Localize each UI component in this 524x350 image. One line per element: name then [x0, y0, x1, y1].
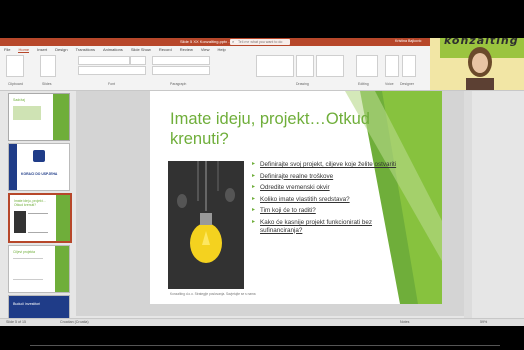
paragraph-align-buttons[interactable]	[152, 66, 210, 75]
slide-thumbnails-pane: 1 Sadržaj 2 KORACI DO USPJEHA 3 Imate id…	[0, 91, 76, 326]
thumb-content	[13, 106, 41, 120]
zoom-level[interactable]: 59%	[480, 320, 487, 324]
font-format-buttons[interactable]	[78, 66, 146, 75]
arrange-button[interactable]	[296, 55, 314, 77]
slide-title: Imate ideju, projekt…Otkud krenuti?	[170, 110, 370, 148]
group-font: Font	[108, 82, 116, 86]
thumb-bulb-image	[14, 211, 26, 233]
thumbnail-slide-3-selected[interactable]: 3 Imate ideju, projekt…Otkud krenuti?	[8, 193, 72, 243]
group-paragraph: Paragraph	[170, 82, 187, 86]
bullet-item: Koliko imate vlastitih sredstava?	[252, 196, 412, 204]
tab-insert[interactable]: Insert	[37, 47, 47, 53]
thumbnail-title: Ciljevi projekta	[13, 250, 36, 254]
language[interactable]: Croatian (Croatia)	[60, 320, 89, 324]
slide-count: Slide 5 of 15	[6, 320, 26, 324]
notes-button[interactable]: Notes	[400, 320, 409, 324]
tab-review[interactable]: Review	[180, 47, 193, 53]
tab-animations[interactable]: Animations	[103, 47, 123, 53]
thumbnail-slide-2[interactable]: 2 KORACI DO USPJEHA	[8, 143, 70, 191]
group-drawing: Drawing	[296, 82, 309, 86]
people-icon	[33, 150, 45, 162]
thumbnail-title: Sadržaj	[13, 98, 25, 102]
tab-view[interactable]: View	[201, 47, 210, 53]
bullet-item: Odredite vremenski okvir	[252, 184, 412, 192]
designer-button[interactable]	[402, 55, 416, 77]
tab-file[interactable]: File	[4, 47, 10, 53]
vertical-scrollbar[interactable]	[464, 91, 472, 319]
thumb-green-band	[53, 94, 69, 140]
search-placeholder: Tell me what you want to do	[238, 40, 283, 44]
status-bar: Slide 5 of 15 Croatian (Croatia) Notes 5…	[0, 318, 524, 326]
dictate-button[interactable]	[385, 55, 399, 77]
thumb-lines	[13, 258, 43, 280]
video-bottom-bar	[0, 335, 524, 350]
bullet-item: Tim koji će to raditi?	[252, 207, 412, 215]
new-slide-button[interactable]	[40, 55, 56, 77]
slide-footer: Konzalting d.o.o. Strategije poslovanja.…	[170, 292, 256, 296]
thumb-green-band	[56, 195, 70, 241]
search-icon: ⌕	[232, 39, 235, 44]
ribbon-group-labels: Clipboard Slides Font Paragraph Drawing …	[0, 82, 420, 88]
editing-find-replace[interactable]	[356, 55, 378, 77]
thumbnail-slide-1[interactable]: 1 Sadržaj	[8, 93, 70, 141]
thumb-bullets	[28, 213, 48, 233]
thumb-green-band	[55, 246, 69, 292]
tab-slideshow[interactable]: Slide Show	[131, 47, 151, 53]
font-family-select[interactable]	[78, 56, 130, 65]
user-name: Kristina Bajkovic	[395, 39, 422, 43]
group-designer: Designer	[400, 82, 415, 86]
bullet-item: Kako će kasnije projekt funkcionirati be…	[252, 219, 412, 234]
search-box[interactable]: ⌕ Tell me what you want to do	[230, 39, 290, 45]
video-progress-track[interactable]	[30, 345, 500, 346]
current-slide: Imate ideju, projekt…Otkud krenuti? Defi…	[150, 91, 442, 304]
tab-record[interactable]: Record	[159, 47, 172, 53]
thumbnail-slide-4[interactable]: 4 Ciljevi projekta	[8, 245, 70, 293]
bullet-item: Definirajte realne troškove	[252, 173, 412, 181]
shapes-gallery[interactable]	[256, 55, 294, 77]
lightbulb-image	[168, 161, 244, 289]
tab-help[interactable]: Help	[217, 47, 225, 53]
presenter-avatar	[466, 47, 494, 90]
tab-design[interactable]: Design	[55, 47, 67, 53]
paste-button[interactable]	[6, 55, 24, 77]
paragraph-list-buttons[interactable]	[152, 56, 210, 65]
group-slides: Slides	[42, 82, 52, 86]
thumbnail-title: KORACI DO USPJEHA	[21, 172, 58, 176]
tab-home[interactable]: Home	[18, 47, 30, 53]
group-editing: Editing	[358, 82, 369, 86]
thumb-blue-band	[9, 144, 17, 190]
ribbon-tabs: File Home Insert Design Transitions Anim…	[4, 47, 226, 53]
thumbnail-title: Imate ideju, projekt…Otkud krenuti?	[14, 199, 47, 207]
quick-styles-button[interactable]	[316, 55, 344, 77]
slide-bullet-list: Definirajte svoj projekt, ciljeve koje ž…	[252, 161, 412, 238]
font-size-select[interactable]	[130, 56, 146, 65]
group-voice: Voice	[385, 82, 394, 86]
bullet-item: Definirajte svoj projekt, ciljeve koje ž…	[252, 161, 412, 169]
webcam-overlay: konzalting	[430, 38, 524, 90]
group-clipboard: Clipboard	[8, 82, 23, 86]
tab-transitions[interactable]: Transitions	[76, 47, 95, 53]
thumbnail-title: Budući investitori	[13, 302, 41, 306]
video-top-letterbox	[0, 0, 524, 38]
